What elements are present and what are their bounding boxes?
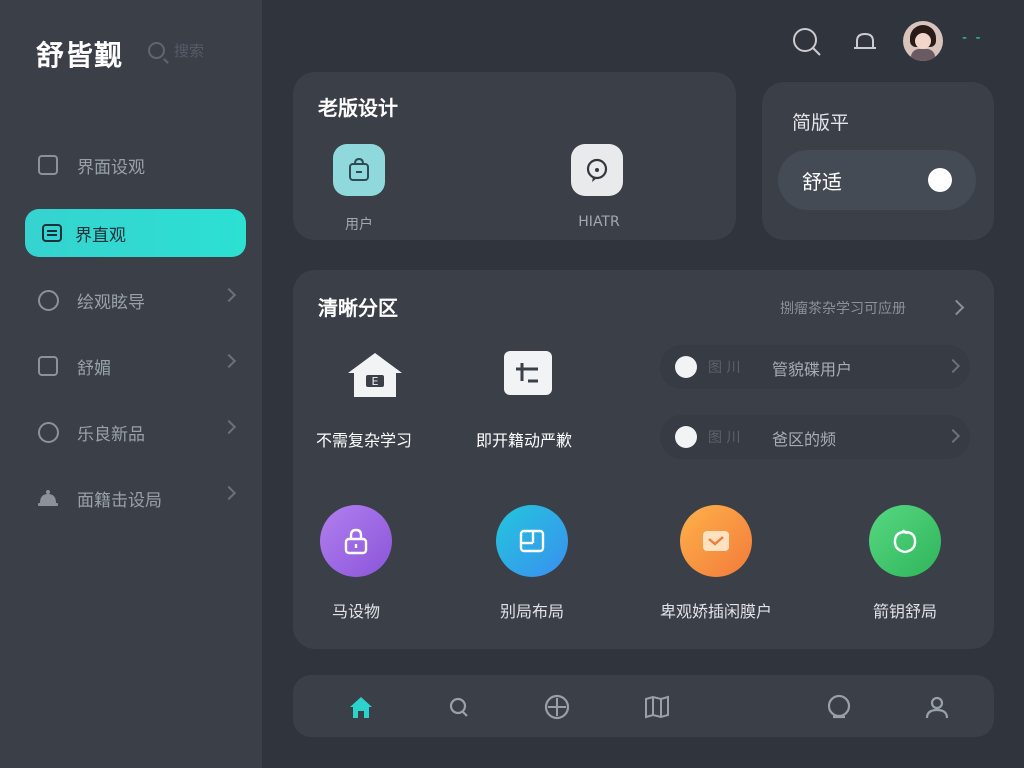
window-icon bbox=[519, 529, 545, 553]
search-icon bbox=[148, 42, 165, 59]
nav-messages[interactable] bbox=[825, 693, 853, 721]
user-tile[interactable] bbox=[333, 144, 385, 196]
sidebar-item-guide[interactable]: 绘观眩导 bbox=[25, 276, 246, 324]
search-icon bbox=[449, 697, 468, 717]
row-prefix: 图 川 bbox=[708, 360, 741, 376]
avatar[interactable] bbox=[903, 21, 943, 61]
sidebar-item-label: 绘观眩导 bbox=[77, 292, 145, 313]
leaf-icon bbox=[893, 529, 917, 554]
nav-map[interactable] bbox=[643, 693, 671, 721]
notification-button[interactable] bbox=[851, 28, 879, 56]
globe-icon bbox=[37, 421, 59, 443]
comfort-toggle-label: 舒适 bbox=[802, 170, 842, 194]
card-title: 老版设计 bbox=[318, 96, 398, 120]
chevron-right-icon bbox=[945, 428, 961, 444]
lock-button-label: 马设物 bbox=[331, 602, 380, 621]
compass-icon bbox=[544, 694, 570, 720]
chevron-right-icon bbox=[221, 485, 237, 501]
sidebar-item-intuitive[interactable]: 界直观 bbox=[25, 209, 246, 257]
nav-home[interactable] bbox=[347, 693, 375, 721]
feature-label: 不需复杂学习 bbox=[316, 431, 413, 450]
radio-dot[interactable] bbox=[675, 426, 697, 448]
chevron-right-icon bbox=[221, 353, 237, 369]
lock-button[interactable] bbox=[320, 505, 392, 577]
sidebar-item-label: 舒媚 bbox=[77, 358, 111, 379]
mail-button-label: 卑观娇插闲膜户 bbox=[659, 602, 772, 621]
bottom-nav bbox=[293, 675, 994, 737]
chevron-right-icon bbox=[945, 358, 961, 374]
section-link-label: 捌瘤茶杂学习可应册 bbox=[780, 301, 906, 317]
nav-profile[interactable] bbox=[923, 693, 951, 721]
layout-button-label: 别局布局 bbox=[499, 602, 564, 621]
nav-search[interactable] bbox=[445, 693, 473, 721]
leaf-button[interactable] bbox=[869, 505, 941, 577]
layout-icon bbox=[37, 154, 59, 176]
mail-icon bbox=[703, 531, 729, 551]
mail-button[interactable] bbox=[680, 505, 752, 577]
clear-section-card bbox=[293, 270, 994, 649]
profile-icon bbox=[925, 696, 949, 719]
svg-text:E: E bbox=[372, 375, 379, 388]
row-label: 爸区的频 bbox=[772, 430, 837, 449]
leaf-button-label: 箭钥舒局 bbox=[872, 602, 937, 621]
chat-tile[interactable] bbox=[571, 144, 623, 196]
user-tile-label: 用户 bbox=[345, 217, 373, 233]
sidebar-search-placeholder: 搜索 bbox=[174, 42, 205, 60]
sidebar: 舒皆觐 搜索 界面设观 界直观 绘观眩导 舒媚 乐良新品 面籍击设局 bbox=[0, 0, 262, 768]
message-icon bbox=[827, 694, 851, 719]
check-circle-icon bbox=[37, 289, 59, 311]
note-icon bbox=[37, 355, 59, 377]
robot-icon bbox=[37, 487, 59, 509]
search-icon bbox=[793, 28, 821, 56]
mode-card-title: 简版平 bbox=[792, 112, 850, 134]
feature-label: 即开籍动严歉 bbox=[476, 431, 573, 450]
toggle-knob bbox=[928, 168, 952, 192]
sidebar-item-label: 乐良新品 bbox=[77, 424, 145, 445]
map-icon bbox=[645, 695, 669, 719]
header-search-button[interactable] bbox=[791, 26, 823, 58]
lock-icon bbox=[344, 528, 368, 555]
layout-button[interactable] bbox=[496, 505, 568, 577]
comfort-toggle[interactable]: 舒适 bbox=[778, 150, 976, 210]
section-link[interactable]: 捌瘤茶杂学习可应册 bbox=[780, 296, 970, 320]
chevron-right-icon bbox=[948, 299, 965, 316]
sidebar-item-label: 面籍击设局 bbox=[77, 490, 162, 511]
nav-discover[interactable] bbox=[543, 693, 571, 721]
bag-icon bbox=[349, 158, 369, 181]
row-prefix: 图 川 bbox=[708, 430, 741, 446]
sidebar-search[interactable]: 搜索 bbox=[148, 40, 210, 66]
bell-icon bbox=[854, 32, 876, 49]
feature-instant-start[interactable]: 即开籍动严歉 bbox=[474, 345, 604, 450]
sidebar-item-label: 界面设观 bbox=[77, 157, 145, 178]
home-cloud-icon: E bbox=[348, 353, 402, 397]
settings-row-1[interactable]: 图 川 管貌碟用户 bbox=[660, 345, 970, 389]
chat-icon bbox=[586, 158, 608, 182]
sidebar-item-notes[interactable]: 舒媚 bbox=[25, 342, 246, 390]
chevron-right-icon bbox=[221, 419, 237, 435]
feature-no-learning[interactable]: E 不需复杂学习 bbox=[316, 345, 436, 450]
sidebar-item-label: 界直观 bbox=[75, 225, 126, 246]
chevron-right-icon bbox=[221, 287, 237, 303]
board-icon bbox=[504, 351, 552, 395]
radio-dot[interactable] bbox=[675, 356, 697, 378]
row-label: 管貌碟用户 bbox=[772, 360, 853, 379]
sidebar-item-layout[interactable]: 界面设观 bbox=[25, 141, 246, 189]
home-icon bbox=[350, 697, 372, 718]
chat-tile-label: HIATR bbox=[578, 214, 620, 230]
list-icon bbox=[41, 222, 63, 244]
section-title: 清晰分区 bbox=[318, 296, 398, 320]
sidebar-item-settings[interactable]: 面籍击设局 bbox=[25, 474, 246, 522]
app-title: 舒皆觐 bbox=[36, 39, 124, 72]
status-indicator: - - bbox=[962, 30, 983, 46]
sidebar-item-new[interactable]: 乐良新品 bbox=[25, 408, 246, 456]
settings-row-2[interactable]: 图 川 爸区的频 bbox=[660, 415, 970, 459]
